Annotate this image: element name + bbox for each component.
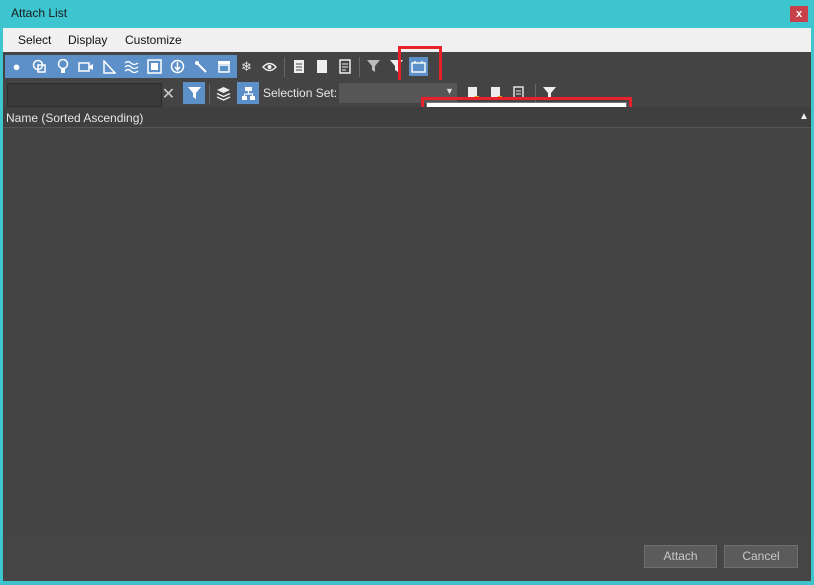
select-all-button[interactable] (289, 57, 308, 76)
hidden-icon (262, 62, 277, 71)
geometry-icon: ● (12, 59, 21, 74)
shapes-filter-button[interactable] (30, 57, 49, 76)
sort-ascending-icon: ▲ (799, 111, 809, 122)
list-header[interactable]: Name (Sorted Ascending) ▲ (3, 107, 811, 128)
lights-filter-button[interactable] (53, 57, 72, 76)
lights-icon (57, 59, 68, 73)
hidden-filter-button[interactable] (260, 57, 279, 76)
select-none-icon (316, 60, 327, 73)
menu-display[interactable]: Display (68, 33, 107, 47)
window-bottom-edge (0, 581, 814, 585)
select-invert-icon (338, 59, 351, 74)
close-button[interactable]: x (790, 6, 808, 22)
cameras-filter-button[interactable] (76, 57, 95, 76)
attach-button[interactable]: Attach (644, 545, 717, 568)
groups-icon (147, 59, 162, 74)
select-invert-button[interactable] (335, 57, 354, 76)
cameras-icon (77, 61, 93, 72)
toolbar-divider (359, 57, 360, 77)
toolbar-divider (284, 57, 285, 77)
containers-icon (217, 61, 230, 73)
column-header-name[interactable]: Name (Sorted Ascending) (6, 111, 143, 125)
helpers-icon (102, 59, 116, 74)
helpers-filter-button[interactable] (99, 57, 118, 76)
attach-list-window: Attach List x Select Display Customize ●… (0, 0, 814, 585)
filter-icon (367, 60, 380, 72)
bones-icon (194, 60, 207, 73)
search-input[interactable] (7, 83, 162, 107)
menu-select[interactable]: Select (18, 33, 51, 47)
geometry-filter-button[interactable]: ● (7, 57, 26, 76)
groups-filter-button[interactable] (145, 57, 164, 76)
layers-button[interactable] (214, 84, 233, 103)
toolbar-divider (209, 84, 210, 104)
selection-set-label: Selection Set: (263, 86, 338, 100)
filter-search-icon (187, 86, 201, 99)
layers-icon (216, 87, 231, 101)
filter-button[interactable] (364, 57, 383, 76)
spacewarps-filter-button[interactable] (122, 57, 141, 76)
shapes-icon (32, 59, 46, 73)
title-bar[interactable]: Attach List x (0, 0, 814, 28)
frozen-filter-button[interactable]: ❄ (237, 57, 256, 76)
xrefs-icon (170, 59, 185, 74)
frozen-icon: ❄ (241, 58, 252, 74)
select-none-button[interactable] (312, 57, 331, 76)
clear-search-button[interactable]: ✕ (159, 84, 178, 103)
containers-filter-button[interactable] (214, 57, 233, 76)
close-icon: ✕ (161, 85, 176, 103)
select-all-icon (293, 60, 304, 73)
menu-customize[interactable]: Customize (125, 33, 182, 47)
hierarchy-icon (241, 86, 255, 100)
filter-by-search-button[interactable] (183, 82, 205, 104)
cancel-button[interactable]: Cancel (724, 545, 798, 568)
chevron-down-icon: ▼ (445, 86, 454, 96)
xrefs-filter-button[interactable] (168, 57, 187, 76)
hierarchy-button[interactable] (237, 82, 259, 104)
object-list[interactable] (3, 128, 811, 538)
spacewarps-icon (124, 60, 139, 73)
bones-filter-button[interactable] (191, 57, 210, 76)
window-title: Attach List (11, 6, 68, 20)
